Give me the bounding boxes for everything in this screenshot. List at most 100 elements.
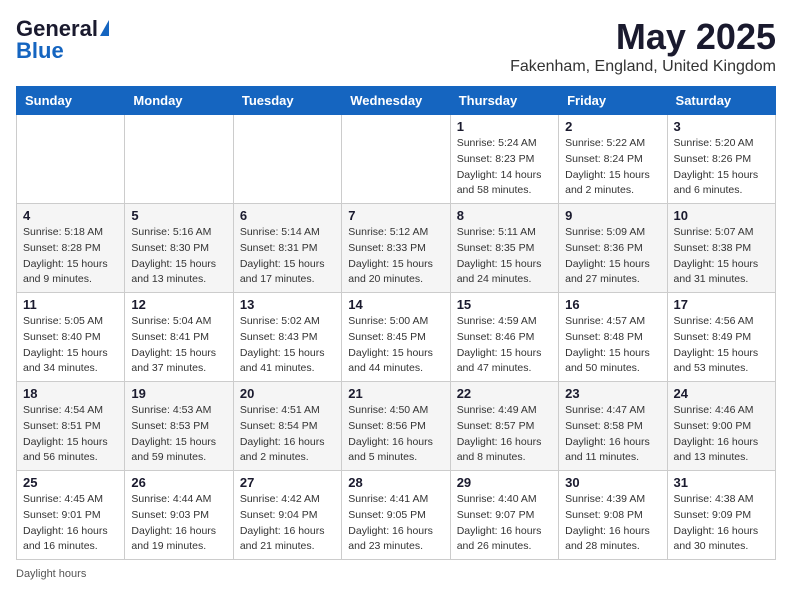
day-cell: 4Sunrise: 5:18 AM Sunset: 8:28 PM Daylig… <box>17 204 125 293</box>
day-number: 6 <box>240 208 335 223</box>
day-number: 4 <box>23 208 118 223</box>
day-info: Sunrise: 4:51 AM Sunset: 8:54 PM Dayligh… <box>240 403 335 466</box>
header-friday: Friday <box>559 87 667 115</box>
day-number: 19 <box>131 386 226 401</box>
day-info: Sunrise: 5:04 AM Sunset: 8:41 PM Dayligh… <box>131 314 226 377</box>
day-cell: 12Sunrise: 5:04 AM Sunset: 8:41 PM Dayli… <box>125 293 233 382</box>
day-number: 8 <box>457 208 552 223</box>
day-info: Sunrise: 4:38 AM Sunset: 9:09 PM Dayligh… <box>674 492 769 555</box>
day-info: Sunrise: 4:59 AM Sunset: 8:46 PM Dayligh… <box>457 314 552 377</box>
day-number: 1 <box>457 119 552 134</box>
header-thursday: Thursday <box>450 87 558 115</box>
day-cell: 8 Sunrise: 5:11 AM Sunset: 8:35 PM Daylig… <box>450 204 558 293</box>
day-number: 23 <box>565 386 660 401</box>
day-cell: 2 Sunrise: 5:22 AM Sunset: 8:24 PM Daylig… <box>559 115 667 204</box>
logo-triangle-icon <box>100 20 109 36</box>
page-header: General Blue May 2025 Fakenham, England,… <box>16 16 776 76</box>
day-number: 22 <box>457 386 552 401</box>
header-sunday: Sunday <box>17 87 125 115</box>
day-cell: 1 Sunrise: 5:24 AM Sunset: 8:23 PM Daylig… <box>450 115 558 204</box>
day-cell <box>342 115 450 204</box>
day-cell: 10Sunrise: 5:07 AM Sunset: 8:38 PM Dayli… <box>667 204 775 293</box>
day-info: Sunrise: 4:54 AM Sunset: 8:51 PM Dayligh… <box>23 403 118 466</box>
day-info: Sunrise: 4:40 AM Sunset: 9:07 PM Dayligh… <box>457 492 552 555</box>
day-info: Sunrise: 5:09 AM Sunset: 8:36 PM Dayligh… <box>565 225 660 288</box>
day-cell: 26 Sunrise: 4:44 AM Sunset: 9:03 PM Dayli… <box>125 471 233 560</box>
day-info: Sunrise: 4:46 AM Sunset: 9:00 PM Dayligh… <box>674 403 769 466</box>
calendar-header-row: SundayMondayTuesdayWednesdayThursdayFrid… <box>17 87 776 115</box>
day-number: 30 <box>565 475 660 490</box>
day-info: Sunrise: 4:41 AM Sunset: 9:05 PM Dayligh… <box>348 492 443 555</box>
day-info: Sunrise: 5:11 AM Sunset: 8:35 PM Dayligh… <box>457 225 552 288</box>
location-title: Fakenham, England, United Kingdom <box>510 58 776 76</box>
day-cell: 7 Sunrise: 5:12 AM Sunset: 8:33 PM Daylig… <box>342 204 450 293</box>
day-number: 3 <box>674 119 769 134</box>
day-number: 14 <box>348 297 443 312</box>
day-number: 26 <box>131 475 226 490</box>
day-number: 31 <box>674 475 769 490</box>
footer-note: Daylight hours <box>16 568 776 580</box>
day-cell: 9Sunrise: 5:09 AM Sunset: 8:36 PM Daylig… <box>559 204 667 293</box>
day-info: Sunrise: 5:24 AM Sunset: 8:23 PM Dayligh… <box>457 136 552 199</box>
day-cell: 29 Sunrise: 4:40 AM Sunset: 9:07 PM Dayli… <box>450 471 558 560</box>
day-info: Sunrise: 4:53 AM Sunset: 8:53 PM Dayligh… <box>131 403 226 466</box>
day-info: Sunrise: 4:57 AM Sunset: 8:48 PM Dayligh… <box>565 314 660 377</box>
day-cell: 24 Sunrise: 4:46 AM Sunset: 9:00 PM Dayli… <box>667 382 775 471</box>
day-info: Sunrise: 5:22 AM Sunset: 8:24 PM Dayligh… <box>565 136 660 199</box>
day-info: Sunrise: 4:56 AM Sunset: 8:49 PM Dayligh… <box>674 314 769 377</box>
header-wednesday: Wednesday <box>342 87 450 115</box>
day-cell <box>125 115 233 204</box>
day-number: 13 <box>240 297 335 312</box>
day-info: Sunrise: 5:12 AM Sunset: 8:33 PM Dayligh… <box>348 225 443 288</box>
day-cell: 30 Sunrise: 4:39 AM Sunset: 9:08 PM Dayli… <box>559 471 667 560</box>
day-number: 25 <box>23 475 118 490</box>
day-cell <box>17 115 125 204</box>
day-number: 20 <box>240 386 335 401</box>
day-cell: 17Sunrise: 4:56 AM Sunset: 8:49 PM Dayli… <box>667 293 775 382</box>
day-cell: 3 Sunrise: 5:20 AM Sunset: 8:26 PM Daylig… <box>667 115 775 204</box>
day-info: Sunrise: 4:39 AM Sunset: 9:08 PM Dayligh… <box>565 492 660 555</box>
day-cell: 27Sunrise: 4:42 AM Sunset: 9:04 PM Dayli… <box>233 471 341 560</box>
day-number: 15 <box>457 297 552 312</box>
header-monday: Monday <box>125 87 233 115</box>
week-row-4: 18Sunrise: 4:54 AM Sunset: 8:51 PM Dayli… <box>17 382 776 471</box>
day-cell: 20 Sunrise: 4:51 AM Sunset: 8:54 PM Dayli… <box>233 382 341 471</box>
week-row-1: 1 Sunrise: 5:24 AM Sunset: 8:23 PM Daylig… <box>17 115 776 204</box>
week-row-5: 25Sunrise: 4:45 AM Sunset: 9:01 PM Dayli… <box>17 471 776 560</box>
week-row-2: 4Sunrise: 5:18 AM Sunset: 8:28 PM Daylig… <box>17 204 776 293</box>
day-number: 5 <box>131 208 226 223</box>
title-section: May 2025 Fakenham, England, United Kingd… <box>510 16 776 76</box>
day-number: 11 <box>23 297 118 312</box>
calendar-table: SundayMondayTuesdayWednesdayThursdayFrid… <box>16 86 776 560</box>
day-number: 29 <box>457 475 552 490</box>
day-cell: 14 Sunrise: 5:00 AM Sunset: 8:45 PM Dayli… <box>342 293 450 382</box>
day-cell: 16Sunrise: 4:57 AM Sunset: 8:48 PM Dayli… <box>559 293 667 382</box>
day-info: Sunrise: 4:44 AM Sunset: 9:03 PM Dayligh… <box>131 492 226 555</box>
day-cell: 31 Sunrise: 4:38 AM Sunset: 9:09 PM Dayli… <box>667 471 775 560</box>
day-info: Sunrise: 5:00 AM Sunset: 8:45 PM Dayligh… <box>348 314 443 377</box>
day-info: Sunrise: 4:49 AM Sunset: 8:57 PM Dayligh… <box>457 403 552 466</box>
day-number: 24 <box>674 386 769 401</box>
day-cell: 21Sunrise: 4:50 AM Sunset: 8:56 PM Dayli… <box>342 382 450 471</box>
day-number: 2 <box>565 119 660 134</box>
logo-blue-text: Blue <box>16 38 64 64</box>
day-cell: 25Sunrise: 4:45 AM Sunset: 9:01 PM Dayli… <box>17 471 125 560</box>
day-cell: 15 Sunrise: 4:59 AM Sunset: 8:46 PM Dayli… <box>450 293 558 382</box>
day-number: 7 <box>348 208 443 223</box>
month-title: May 2025 <box>510 16 776 58</box>
header-tuesday: Tuesday <box>233 87 341 115</box>
day-cell: 5Sunrise: 5:16 AM Sunset: 8:30 PM Daylig… <box>125 204 233 293</box>
day-number: 10 <box>674 208 769 223</box>
day-info: Sunrise: 5:14 AM Sunset: 8:31 PM Dayligh… <box>240 225 335 288</box>
day-cell: 28 Sunrise: 4:41 AM Sunset: 9:05 PM Dayli… <box>342 471 450 560</box>
day-info: Sunrise: 5:02 AM Sunset: 8:43 PM Dayligh… <box>240 314 335 377</box>
day-cell: 18Sunrise: 4:54 AM Sunset: 8:51 PM Dayli… <box>17 382 125 471</box>
day-info: Sunrise: 4:47 AM Sunset: 8:58 PM Dayligh… <box>565 403 660 466</box>
week-row-3: 11Sunrise: 5:05 AM Sunset: 8:40 PM Dayli… <box>17 293 776 382</box>
day-cell: 13 Sunrise: 5:02 AM Sunset: 8:43 PM Dayli… <box>233 293 341 382</box>
day-number: 28 <box>348 475 443 490</box>
day-info: Sunrise: 5:20 AM Sunset: 8:26 PM Dayligh… <box>674 136 769 199</box>
day-cell: 22 Sunrise: 4:49 AM Sunset: 8:57 PM Dayli… <box>450 382 558 471</box>
day-cell: 23 Sunrise: 4:47 AM Sunset: 8:58 PM Dayli… <box>559 382 667 471</box>
header-saturday: Saturday <box>667 87 775 115</box>
